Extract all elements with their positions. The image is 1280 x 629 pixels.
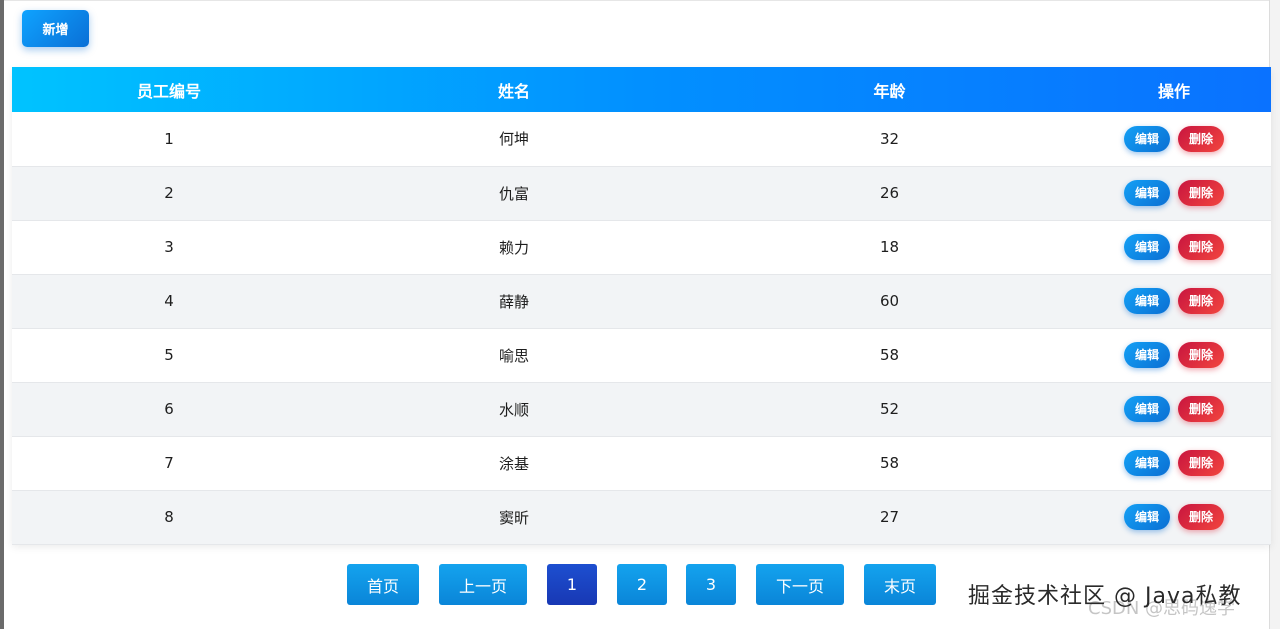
table-row: 2 仇富 26 编辑 删除: [12, 166, 1271, 220]
employee-table-container: 员工编号 姓名 年龄 操作 1 何坤 32 编辑 删除 2 仇富 26 编辑 删除: [12, 67, 1271, 544]
cell-actions: 编辑 删除: [1077, 436, 1271, 490]
cell-actions: 编辑 删除: [1077, 166, 1271, 220]
cell-age: 26: [879, 184, 900, 202]
delete-button[interactable]: 删除: [1178, 234, 1224, 260]
add-button[interactable]: 新增: [22, 10, 89, 47]
header-name: 姓名: [497, 81, 530, 101]
cell-age: 58: [879, 454, 900, 472]
delete-button[interactable]: 删除: [1178, 342, 1224, 368]
table-row: 5 喻思 58 编辑 删除: [12, 328, 1271, 382]
prev-page-button[interactable]: 上一页: [439, 564, 527, 605]
cell-actions: 编辑 删除: [1077, 220, 1271, 274]
cell-employee-id: 7: [164, 454, 174, 472]
employee-table: 员工编号 姓名 年龄 操作 1 何坤 32 编辑 删除 2 仇富 26 编辑 删除: [12, 67, 1271, 545]
table-row: 4 薛静 60 编辑 删除: [12, 274, 1271, 328]
cell-employee-id: 1: [164, 129, 174, 148]
cell-name: 薛静: [498, 292, 529, 311]
cell-name: 赖力: [498, 238, 529, 257]
cell-actions: 编辑 删除: [1077, 328, 1271, 382]
juejin-watermark: 掘金技术社区 @ Java私教: [968, 584, 1242, 609]
page-1-button[interactable]: 1: [547, 564, 597, 605]
cell-name: 水顺: [498, 400, 529, 419]
edit-button[interactable]: 编辑: [1124, 450, 1170, 476]
cell-name: 何坤: [498, 130, 529, 149]
cell-actions: 编辑 删除: [1077, 490, 1271, 544]
table-row: 1 何坤 32 编辑 删除: [12, 112, 1271, 166]
page-3-button[interactable]: 3: [686, 564, 736, 605]
table-row: 3 赖力 18 编辑 删除: [12, 220, 1271, 274]
next-page-button[interactable]: 下一页: [756, 564, 844, 605]
cell-employee-id: 2: [164, 184, 174, 202]
table-row: 7 涂基 58 编辑 删除: [12, 436, 1271, 490]
delete-button[interactable]: 删除: [1178, 396, 1224, 422]
last-page-button[interactable]: 末页: [864, 564, 936, 605]
page-2-button[interactable]: 2: [617, 564, 667, 605]
cell-employee-id: 6: [164, 400, 174, 418]
edit-button[interactable]: 编辑: [1124, 396, 1170, 422]
cell-actions: 编辑 删除: [1077, 274, 1271, 328]
delete-button[interactable]: 删除: [1178, 125, 1224, 152]
window-top-edge: [4, 0, 1270, 1]
cell-age: 52: [879, 400, 900, 418]
table-header-row: 员工编号 姓名 年龄 操作: [12, 67, 1271, 112]
cell-employee-id: 8: [164, 508, 174, 526]
cell-employee-id: 3: [164, 238, 174, 256]
table-row: 8 窦昕 27 编辑 删除: [12, 490, 1271, 544]
cell-age: 60: [879, 292, 900, 310]
cell-employee-id: 4: [164, 292, 174, 310]
cell-employee-id: 5: [164, 346, 174, 364]
cell-age: 32: [879, 129, 900, 148]
cell-name: 喻思: [498, 346, 529, 365]
cell-actions: 编辑 删除: [1077, 382, 1271, 436]
edit-button[interactable]: 编辑: [1124, 504, 1170, 530]
header-employee-id: 员工编号: [136, 81, 201, 101]
edit-button[interactable]: 编辑: [1124, 234, 1170, 260]
first-page-button[interactable]: 首页: [347, 564, 419, 605]
cell-actions: 编辑 删除: [1077, 112, 1271, 166]
cell-age: 27: [879, 508, 900, 526]
cell-age: 18: [879, 238, 900, 256]
edit-button[interactable]: 编辑: [1124, 180, 1170, 206]
cell-age: 58: [879, 346, 900, 364]
cell-name: 仇富: [498, 184, 529, 203]
cell-name: 涂基: [498, 454, 529, 473]
delete-button[interactable]: 删除: [1178, 450, 1224, 476]
window-left-edge: [0, 0, 4, 629]
header-actions: 操作: [1157, 81, 1190, 101]
cell-name: 窦昕: [498, 508, 529, 527]
edit-button[interactable]: 编辑: [1124, 342, 1170, 368]
delete-button[interactable]: 删除: [1178, 504, 1224, 530]
header-age: 年龄: [873, 81, 906, 101]
table-row: 6 水顺 52 编辑 删除: [12, 382, 1271, 436]
delete-button[interactable]: 删除: [1178, 288, 1224, 314]
edit-button[interactable]: 编辑: [1124, 288, 1170, 314]
delete-button[interactable]: 删除: [1178, 180, 1224, 206]
edit-button[interactable]: 编辑: [1124, 125, 1170, 152]
